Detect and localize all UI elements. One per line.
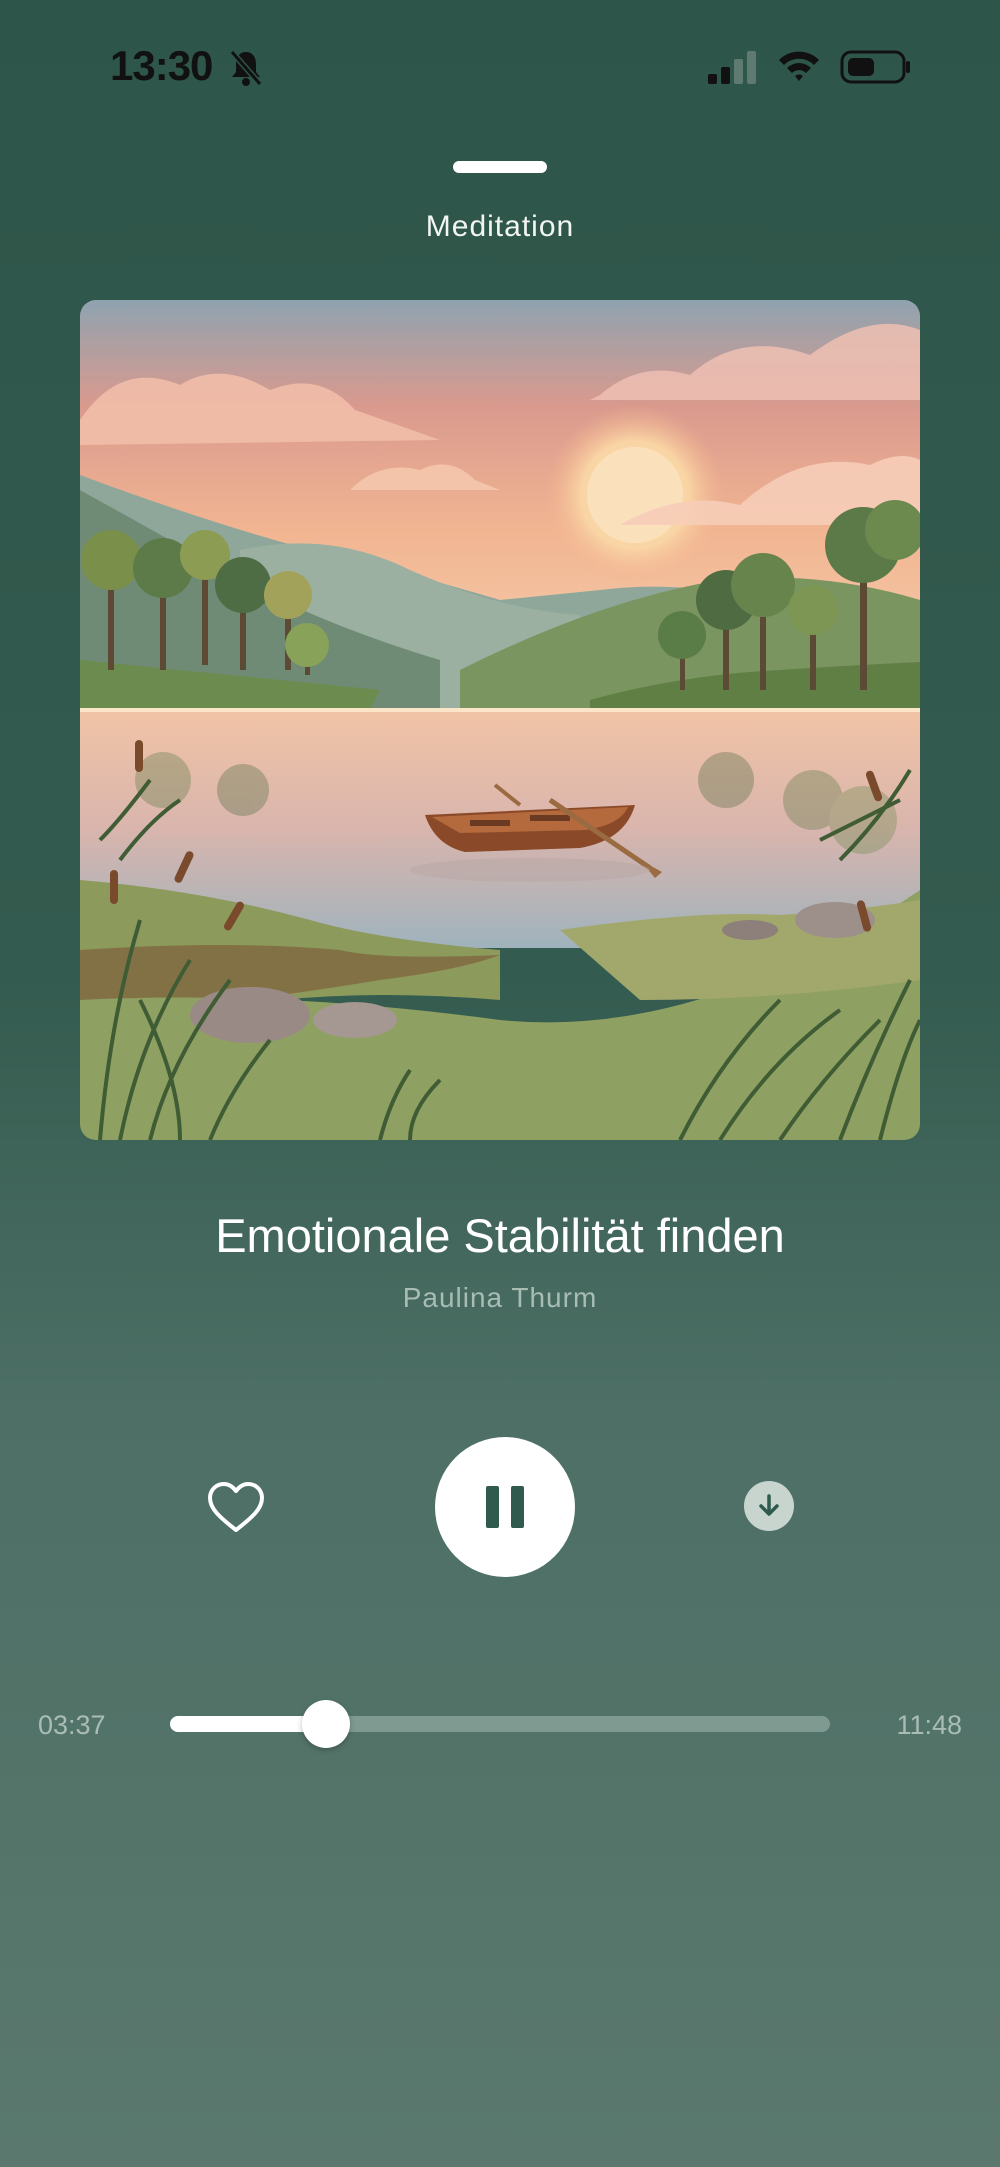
progress-thumb[interactable] [302,1700,351,1748]
lake-sunset-artwork [80,300,920,1140]
cellular-signal-icon [708,51,756,84]
pause-button[interactable] [435,1437,575,1577]
track-artist: Paulina Thurm [402,1282,598,1313]
download-button[interactable] [744,1481,794,1531]
album-artwork [80,300,920,1140]
current-time: 03:37 [38,1710,106,1740]
heart-outline-icon [208,1482,264,1532]
total-time: 11:48 [896,1710,962,1740]
status-time: 13:30 [110,42,213,89]
bell-slash-icon [229,50,263,86]
wifi-icon [779,51,819,81]
battery-icon [840,50,910,84]
sheet-grabber[interactable] [453,161,547,173]
track-title: Emotionale Stabilität finden [215,1209,785,1262]
progress-slider[interactable] [170,1700,830,1748]
like-button[interactable] [206,1480,266,1536]
page-title: Meditation [425,210,575,243]
download-icon [759,1494,779,1516]
status-bar: 13:30 [0,0,1000,130]
